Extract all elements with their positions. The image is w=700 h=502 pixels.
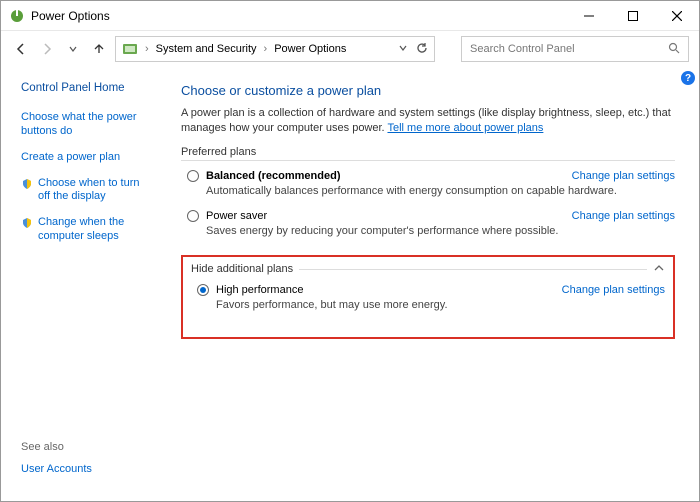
close-button[interactable]: [655, 1, 699, 30]
breadcrumb-root[interactable]: System and Security: [156, 43, 257, 55]
recent-dropdown[interactable]: [63, 39, 83, 59]
change-settings-saver[interactable]: Change plan settings: [572, 210, 675, 222]
plan-balanced-desc: Automatically balances performance with …: [206, 185, 675, 197]
hide-additional-label: Hide additional plans: [191, 263, 293, 275]
window-title: Power Options: [31, 9, 110, 23]
change-settings-high[interactable]: Change plan settings: [562, 284, 665, 296]
plan-balanced-name: Balanced (recommended): [206, 170, 340, 182]
sidebar-link-create-plan[interactable]: Create a power plan: [21, 151, 120, 165]
toolbar: › System and Security › Power Options Se…: [1, 31, 699, 67]
plan-balanced: Balanced (recommended) Change plan setti…: [187, 165, 675, 205]
titlebar: Power Options: [1, 1, 699, 31]
control-panel-icon: [122, 41, 138, 57]
shield-icon: [21, 178, 33, 190]
search-icon: [668, 42, 680, 57]
breadcrumb-sep: ›: [264, 43, 268, 55]
change-settings-balanced[interactable]: Change plan settings: [572, 170, 675, 182]
sidebar-link-computer-sleeps[interactable]: Change when the computer sleeps: [38, 216, 151, 244]
sidebar-link-power-buttons[interactable]: Choose what the power buttons do: [21, 111, 151, 139]
sidebar-home[interactable]: Control Panel Home: [21, 81, 151, 95]
see-also-user-accounts[interactable]: User Accounts: [21, 463, 151, 477]
main-content: Choose or customize a power plan A power…: [161, 67, 699, 501]
plan-saver-desc: Saves energy by reducing your computer's…: [206, 225, 675, 237]
address-dropdown-icon[interactable]: [398, 43, 408, 56]
radio-high-performance[interactable]: [197, 284, 209, 296]
plan-high-desc: Favors performance, but may use more ene…: [216, 299, 665, 311]
window-controls: [567, 1, 699, 30]
app-icon: [9, 8, 25, 24]
back-button[interactable]: [11, 39, 31, 59]
chevron-up-icon: [653, 263, 665, 276]
learn-more-link[interactable]: Tell me more about power plans: [387, 122, 543, 134]
plan-power-saver: Power saver Change plan settings Saves e…: [187, 205, 675, 245]
page-description: A power plan is a collection of hardware…: [181, 106, 675, 136]
sidebar: Control Panel Home Choose what the power…: [1, 67, 161, 501]
minimize-button[interactable]: [567, 1, 611, 30]
preferred-plans-label: Preferred plans: [181, 146, 675, 161]
breadcrumb-current[interactable]: Power Options: [274, 43, 346, 55]
up-button[interactable]: [89, 39, 109, 59]
radio-balanced[interactable]: [187, 170, 199, 182]
maximize-button[interactable]: [611, 1, 655, 30]
breadcrumb-sep: ›: [145, 43, 149, 55]
shield-icon: [21, 217, 33, 229]
sidebar-link-turn-off-display[interactable]: Choose when to turn off the display: [38, 177, 151, 205]
page-title: Choose or customize a power plan: [181, 83, 675, 98]
preferred-plans: Balanced (recommended) Change plan setti…: [187, 165, 675, 245]
address-bar[interactable]: › System and Security › Power Options: [115, 36, 435, 62]
search-placeholder: Search Control Panel: [470, 43, 575, 55]
forward-button[interactable]: [37, 39, 57, 59]
radio-power-saver[interactable]: [187, 210, 199, 222]
refresh-icon[interactable]: [416, 42, 428, 57]
plan-high-performance: High performance Change plan settings Fa…: [197, 279, 665, 319]
plan-high-name: High performance: [216, 284, 303, 296]
see-also-label: See also: [21, 441, 151, 453]
hide-additional-toggle[interactable]: Hide additional plans: [191, 263, 665, 279]
plan-saver-name: Power saver: [206, 210, 267, 222]
additional-plans-highlighted: Hide additional plans High performance C…: [181, 255, 675, 339]
search-input[interactable]: Search Control Panel: [461, 36, 689, 62]
